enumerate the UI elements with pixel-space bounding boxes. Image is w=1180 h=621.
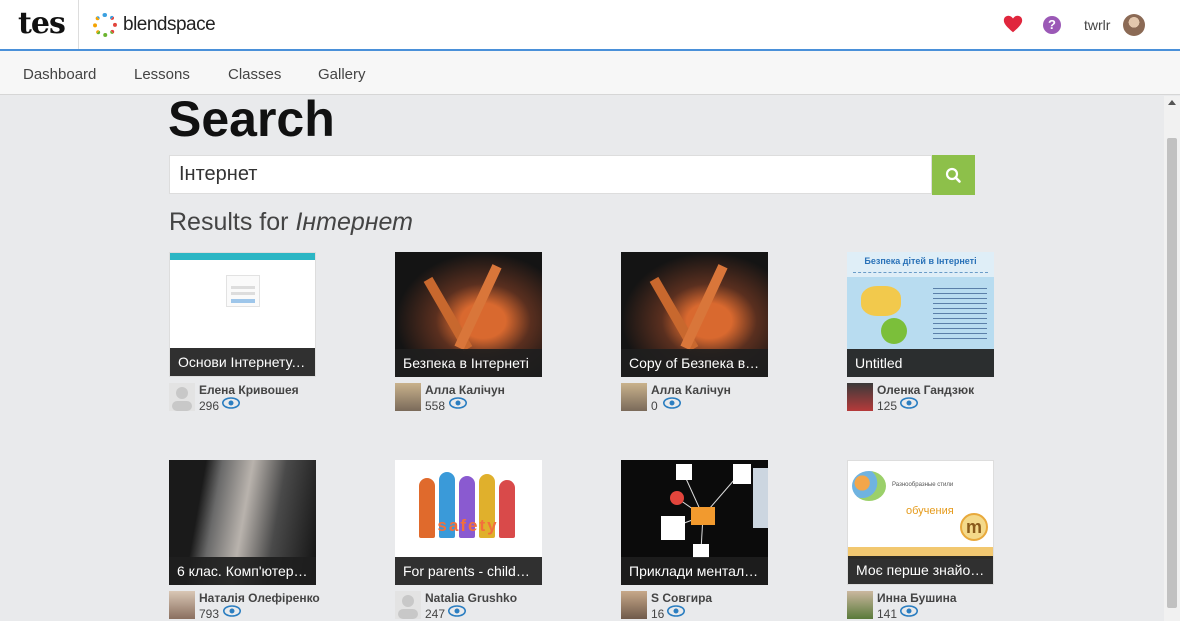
author-avatar[interactable] [847,383,873,411]
eye-icon [448,605,466,617]
thumb-line [853,272,988,282]
result-title: Приклади менталь... [621,557,768,585]
author-name[interactable]: Наталія Олефіренко [199,591,320,605]
result-card: Безпека дітей в Інтернеті Untitled Оленк… [847,252,994,414]
search-button[interactable] [932,155,975,195]
author-name[interactable]: S Совгира [651,591,712,605]
eye-icon [222,397,240,409]
thumb-slide-text: Разнообразные стили [892,482,954,488]
result-title: Моє перше знайом... [848,556,993,584]
scroll-up-arrow-icon[interactable] [1168,100,1176,105]
moodle-logo: m [960,513,988,541]
eye-icon [667,605,685,617]
eye-icon [900,397,918,409]
view-count: 793 [199,607,220,621]
thumb-signin-box [226,275,260,307]
result-card: Разнообразные стили обучения m Моє перше… [847,460,994,621]
result-card: safety For parents - childre... Natalia … [395,460,542,621]
author-name[interactable]: Natalia Grushko [425,591,517,605]
blendspace-ring-icon [93,13,117,37]
blendspace-wordmark: blendspace [123,14,216,35]
scroll-thumb[interactable] [1167,138,1177,608]
author-name[interactable]: Елена Кривошея [199,383,299,397]
top-bar: tes blendspace ? twrlr [0,0,1180,51]
results-prefix: Results for [169,208,289,236]
results-query: Інтернет [295,208,413,236]
nav-item-classes[interactable]: Classes [228,66,281,83]
view-count: 296 [199,399,220,413]
search-icon [945,167,961,183]
user-avatar[interactable] [1123,14,1145,36]
author-avatar[interactable] [621,383,647,411]
view-count: 0 [651,399,658,413]
result-thumbnail[interactable]: 6 клас. Комп'ютерн... [169,460,316,585]
author-avatar[interactable] [395,591,421,619]
result-title: Безпека в Інтернеті [395,349,542,377]
thumb-safety-word: safety [437,516,499,535]
result-card: Безпека в Інтернеті Алла Калічун 558 [395,252,542,414]
result-thumbnail[interactable]: safety For parents - childre... [395,460,542,585]
result-card: Приклади менталь... S Совгира 16 [621,460,768,621]
result-title: For parents - childre... [395,557,542,585]
view-count: 125 [877,399,898,413]
view-count: 141 [877,607,898,621]
author-name[interactable]: Оленка Гандзюк [877,383,974,397]
nav-item-gallery[interactable]: Gallery [318,66,366,83]
eye-icon [663,397,681,409]
author-name[interactable]: Инна Бушина [877,591,957,605]
tes-logo[interactable]: tes [18,6,66,42]
eye-icon [449,397,467,409]
default-user-icon [172,387,192,411]
heart-icon[interactable] [1002,13,1024,35]
blendspace-logo[interactable]: blendspace [93,13,216,37]
result-title: Untitled [847,349,994,377]
default-user-icon [398,595,418,619]
thumb-slide-word: обучения [906,505,954,517]
page-title: Search [168,91,335,147]
author-name[interactable]: Алла Калічун [425,383,505,397]
author-avatar[interactable] [847,591,873,619]
author-avatar[interactable] [169,383,195,411]
nav-item-lessons[interactable]: Lessons [134,66,190,83]
result-thumbnail[interactable]: Copy of Безпека в І... [621,252,768,377]
result-card: 6 клас. Комп'ютерн... Наталія Олефіренко… [169,460,320,621]
author-avatar[interactable] [395,383,421,411]
thumb-figure [861,286,901,316]
view-count: 247 [425,607,446,621]
author-name[interactable]: Алла Калічун [651,383,731,397]
view-count: 16 [651,607,665,621]
nav-item-dashboard[interactable]: Dashboard [23,66,96,83]
thumb-header-bar [170,253,315,260]
author-avatar[interactable] [621,591,647,619]
thumb-people-figure [852,471,886,501]
thumb-shape [454,264,502,350]
thumb-text-block [933,288,987,340]
search-input[interactable] [169,155,932,194]
result-thumbnail[interactable]: Основи Інтернету. ... [169,252,316,377]
author-avatar[interactable] [169,591,195,619]
result-card: Основи Інтернету. ... Елена Кривошея 296 [169,252,316,414]
result-thumbnail[interactable]: Приклади менталь... [621,460,768,585]
result-title: Copy of Безпека в І... [621,349,768,377]
result-card: Copy of Безпека в І... Алла Калічун 0 [621,252,768,414]
thumb-shape [680,264,728,350]
eye-icon [900,605,918,617]
result-thumbnail[interactable]: Безпека дітей в Інтернеті Untitled [847,252,994,377]
results-heading: Results for Інтернет [169,208,413,237]
view-count: 558 [425,399,446,413]
result-thumbnail[interactable]: Безпека в Інтернеті [395,252,542,377]
eye-icon [223,605,241,617]
result-title: 6 клас. Комп'ютерн... [169,557,316,585]
thumb-poster-heading: Безпека дітей в Інтернеті [864,256,977,266]
help-icon[interactable]: ? [1043,16,1061,34]
result-thumbnail[interactable]: Разнообразные стили обучения m Моє перше… [847,460,994,585]
thumb-figure [881,318,907,344]
page-scrollbar[interactable] [1164,96,1180,621]
user-name[interactable]: twrlr [1084,17,1110,33]
logo-divider [78,0,79,49]
result-title: Основи Інтернету. ... [170,348,315,376]
main-nav: Dashboard Lessons Classes Gallery [0,51,1180,95]
